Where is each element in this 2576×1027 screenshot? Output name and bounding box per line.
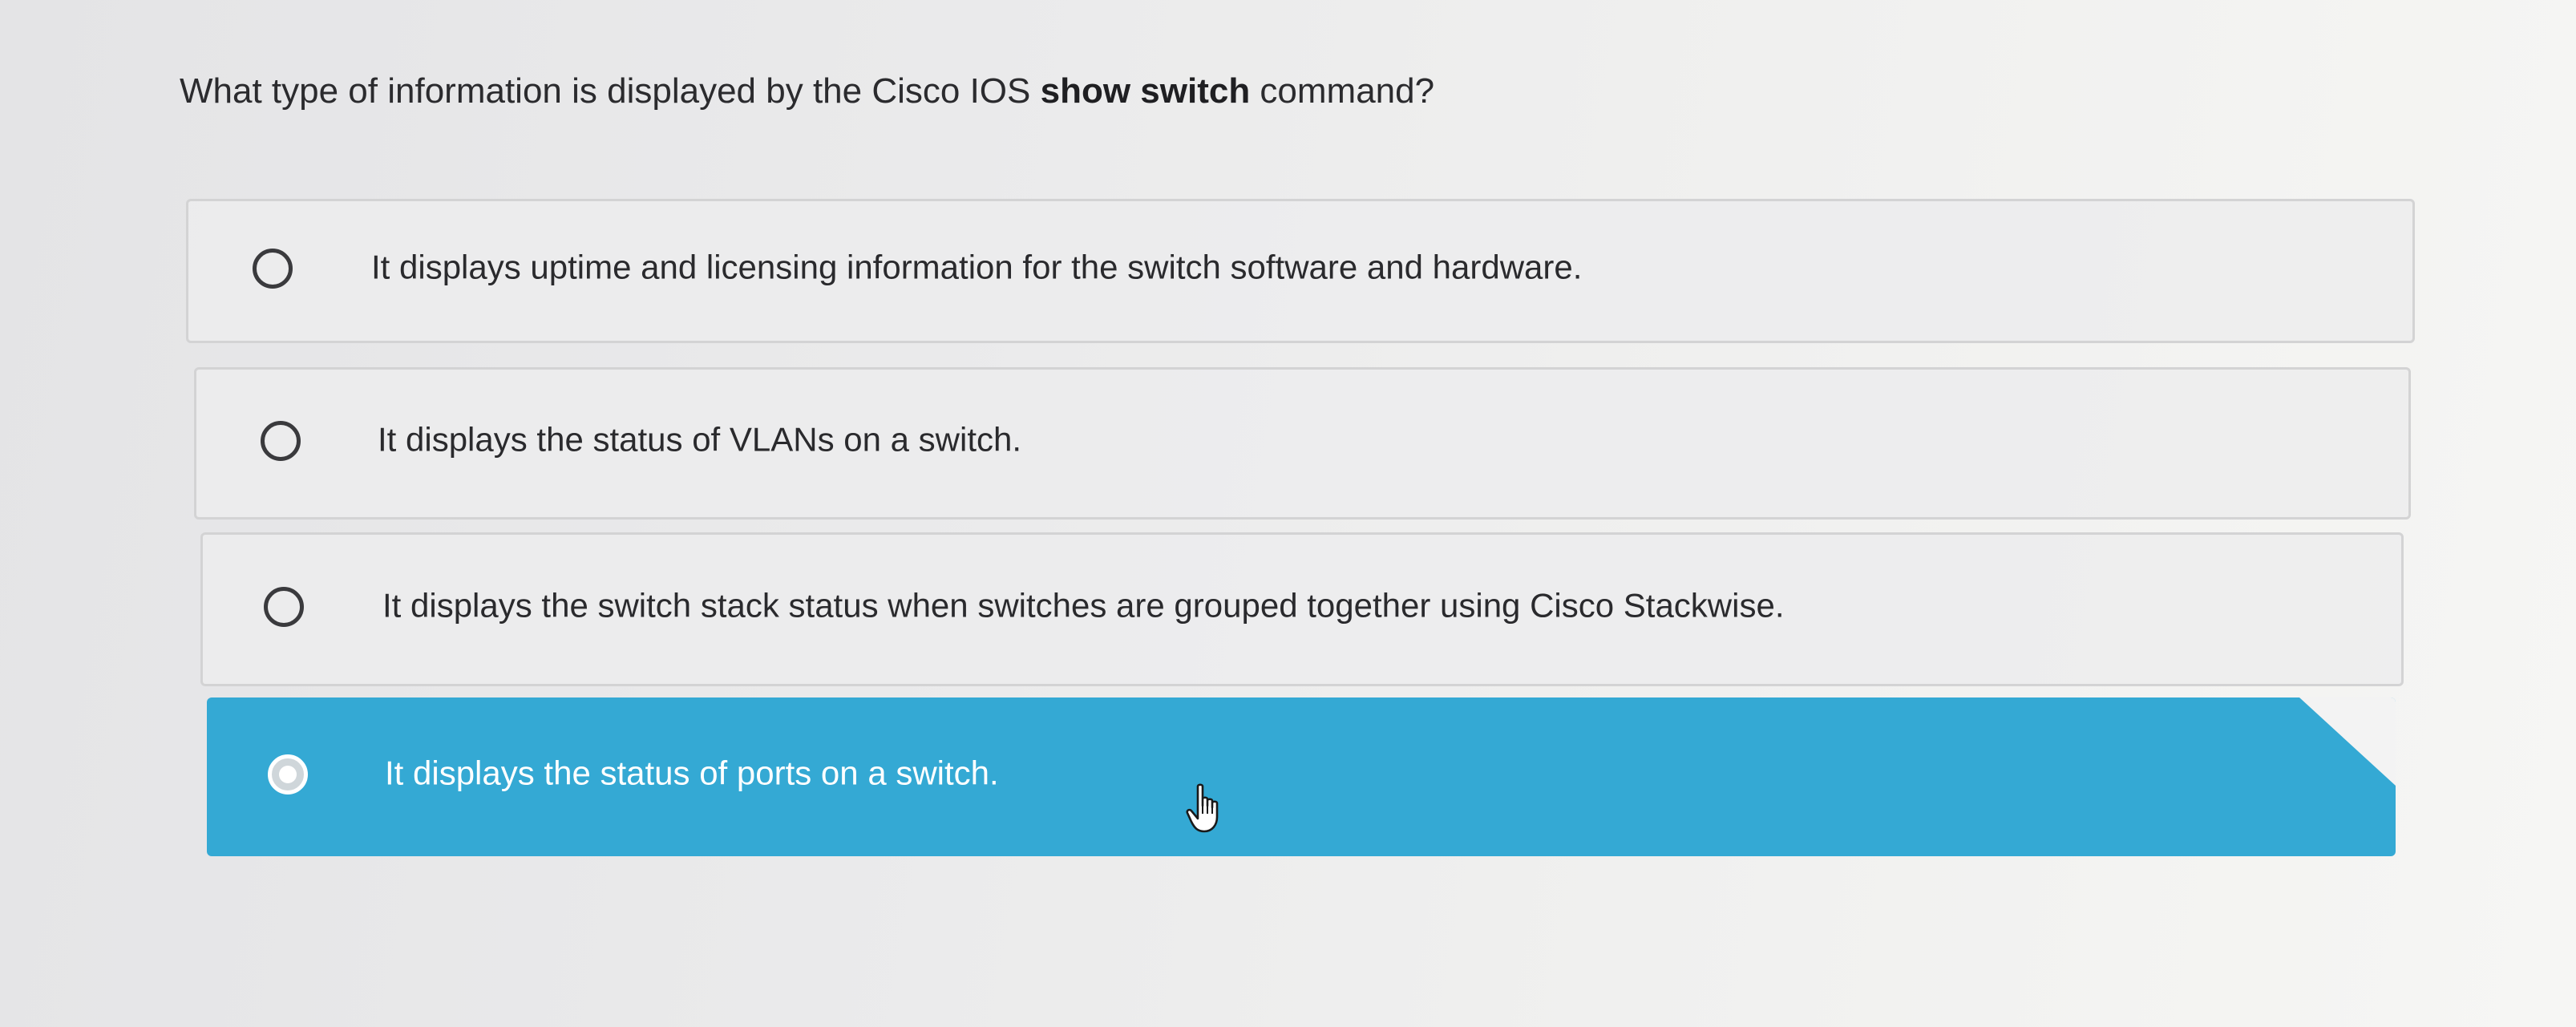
answer-option-label: It displays uptime and licensing informa… — [371, 248, 1583, 286]
answer-option-label: It displays the switch stack status when… — [382, 586, 1785, 625]
answer-option-4-selected[interactable]: It displays the status of ports on a swi… — [207, 697, 2396, 856]
answer-option-3[interactable]: It displays the switch stack status when… — [200, 532, 2404, 686]
radio-dot — [279, 766, 297, 783]
question-suffix: command? — [1250, 71, 1435, 111]
question-command: show switch — [1040, 71, 1251, 111]
radio-checked-icon[interactable] — [268, 754, 308, 795]
question-prefix: What type of information is displayed by… — [180, 71, 1041, 111]
radio-unchecked-icon[interactable] — [253, 249, 293, 289]
answer-option-label: It displays the status of VLANs on a swi… — [378, 420, 1022, 459]
radio-unchecked-icon[interactable] — [264, 587, 304, 627]
radio-unchecked-icon[interactable] — [261, 421, 301, 461]
folded-corner — [2299, 697, 2396, 786]
answer-option-1[interactable]: It displays uptime and licensing informa… — [186, 199, 2415, 343]
question-text: What type of information is displayed by… — [180, 69, 1434, 114]
hand-pointer-icon — [1186, 783, 1219, 833]
answer-option-2[interactable]: It displays the status of VLANs on a swi… — [194, 367, 2411, 520]
answer-option-label: It displays the status of ports on a swi… — [385, 754, 999, 792]
